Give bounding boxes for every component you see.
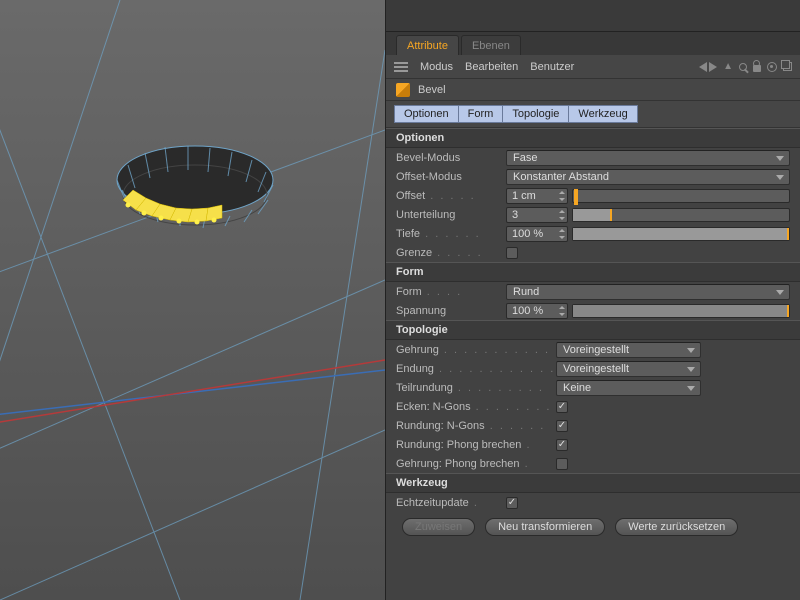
menu-bearbeiten[interactable]: Bearbeiten [465, 61, 518, 73]
rundung-phong-checkbox[interactable] [556, 439, 568, 451]
panel-tabs: Attribute Ebenen [386, 32, 800, 55]
rundung-phong-label: Rundung: Phong brechen . [396, 439, 556, 451]
werte-zuruecksetzen-button[interactable]: Werte zurücksetzen [615, 518, 738, 536]
tiefe-slider[interactable] [572, 227, 790, 241]
unterteilung-field[interactable]: 3 [506, 207, 568, 223]
unterteilung-label: Unterteilung [396, 209, 506, 221]
menu-benutzer[interactable]: Benutzer [530, 61, 574, 73]
lock-icon[interactable] [753, 65, 761, 72]
up-icon[interactable]: ▲ [723, 61, 733, 72]
grenze-checkbox[interactable] [506, 247, 518, 259]
grenze-label: Grenze . . . . . [396, 247, 506, 259]
nav-back-icon[interactable] [699, 62, 707, 72]
teilrundung-label: Teilrundung . . . . . . . . . [396, 382, 556, 394]
spannung-field[interactable]: 100 % [506, 303, 568, 319]
subtabs: Optionen Form Topologie Werkzeug [386, 101, 800, 128]
tab-attribute[interactable]: Attribute [396, 35, 459, 55]
menu-modus[interactable]: Modus [420, 61, 453, 73]
echtzeit-label: Echtzeitupdate . [396, 497, 506, 509]
history-nav[interactable] [699, 62, 717, 72]
unterteilung-slider[interactable] [572, 208, 790, 222]
section-form: Form [386, 262, 800, 282]
offset-field[interactable]: 1 cm [506, 188, 568, 204]
bevel-icon [396, 83, 410, 97]
target-icon[interactable] [767, 62, 777, 72]
form-dropdown[interactable]: Rund [506, 284, 790, 300]
object-header: Bevel [386, 79, 800, 101]
viewport-3d[interactable] [0, 0, 385, 600]
tab-ebenen[interactable]: Ebenen [461, 35, 521, 55]
teilrundung-dropdown[interactable]: Keine [556, 380, 701, 396]
tiefe-field[interactable]: 100 % [506, 226, 568, 242]
offset-modus-label: Offset-Modus [396, 171, 506, 183]
attribute-content: Optionen Bevel-Modus Fase Offset-Modus K… [386, 128, 800, 600]
mode-icon[interactable] [394, 62, 408, 72]
section-topologie: Topologie [386, 320, 800, 340]
gehrung-label: Gehrung . . . . . . . . . . . [396, 344, 556, 356]
bevel-modus-dropdown[interactable]: Fase [506, 150, 790, 166]
endung-label: Endung . . . . . . . . . . . . [396, 363, 556, 375]
gehrung-dropdown[interactable]: Voreingestellt [556, 342, 701, 358]
gehrung-phong-checkbox[interactable] [556, 458, 568, 470]
offset-slider[interactable] [572, 189, 790, 203]
spannung-label: Spannung [396, 305, 506, 317]
attribute-menubar: Modus Bearbeiten Benutzer ▲ [386, 55, 800, 79]
endung-dropdown[interactable]: Voreingestellt [556, 361, 701, 377]
new-window-icon[interactable] [783, 62, 792, 71]
section-werkzeug: Werkzeug [386, 473, 800, 493]
bevel-modus-label: Bevel-Modus [396, 152, 506, 164]
subtab-optionen[interactable]: Optionen [394, 105, 458, 123]
rundung-ngons-label: Rundung: N-Gons . . . . . . [396, 420, 556, 432]
spannung-slider[interactable] [572, 304, 790, 318]
ecken-ngons-label: Ecken: N-Gons . . . . . . . . [396, 401, 556, 413]
form-label: Form . . . . [396, 286, 506, 298]
offset-modus-dropdown[interactable]: Konstanter Abstand [506, 169, 790, 185]
subtab-topologie[interactable]: Topologie [502, 105, 568, 123]
panel-topstrip [386, 0, 800, 32]
subtab-form[interactable]: Form [458, 105, 503, 123]
ecken-ngons-checkbox[interactable] [556, 401, 568, 413]
zuweisen-button[interactable]: Zuweisen [402, 518, 475, 536]
object-name: Bevel [418, 84, 446, 96]
rundung-ngons-checkbox[interactable] [556, 420, 568, 432]
section-optionen: Optionen [386, 128, 800, 148]
tiefe-label: Tiefe . . . . . . [396, 228, 506, 240]
nav-forward-icon[interactable] [709, 62, 717, 72]
offset-label: Offset . . . . . [396, 190, 506, 202]
attribute-panel: Attribute Ebenen Modus Bearbeiten Benutz… [385, 0, 800, 600]
subtab-werkzeug[interactable]: Werkzeug [568, 105, 637, 123]
search-icon[interactable] [739, 63, 747, 71]
echtzeit-checkbox[interactable] [506, 497, 518, 509]
gehrung-phong-label: Gehrung: Phong brechen . [396, 458, 556, 470]
neu-transformieren-button[interactable]: Neu transformieren [485, 518, 605, 536]
